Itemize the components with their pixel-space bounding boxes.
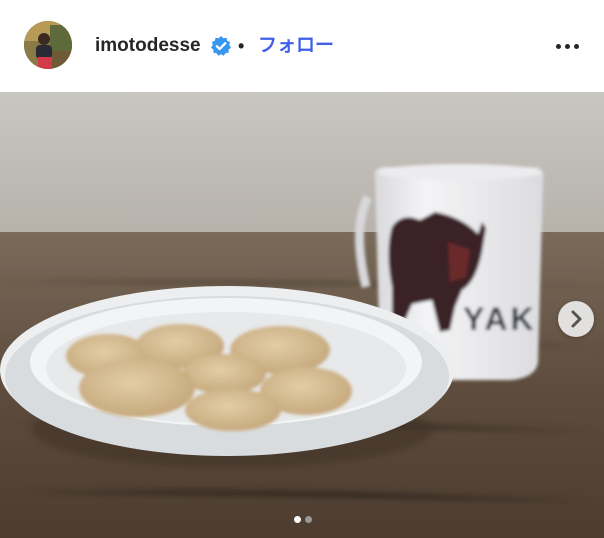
more-options-icon[interactable] [553, 34, 583, 58]
verified-badge-icon [211, 36, 231, 56]
follow-button[interactable]: フォロー [258, 34, 334, 58]
carousel-dot [305, 516, 312, 523]
post-header: imotodesse • フォロー [0, 0, 604, 92]
next-photo-button[interactable] [558, 301, 594, 337]
photo-image: YAK [0, 92, 604, 538]
chevron-right-icon [571, 310, 582, 328]
mug-print-text: YAK [463, 301, 537, 337]
avatar[interactable] [24, 21, 72, 69]
carousel-dot-active [294, 516, 301, 523]
username[interactable]: imotodesse [95, 34, 201, 58]
separator-dot: • [238, 36, 245, 56]
avatar-image [24, 21, 72, 69]
post-photo[interactable]: YAK [0, 92, 604, 538]
